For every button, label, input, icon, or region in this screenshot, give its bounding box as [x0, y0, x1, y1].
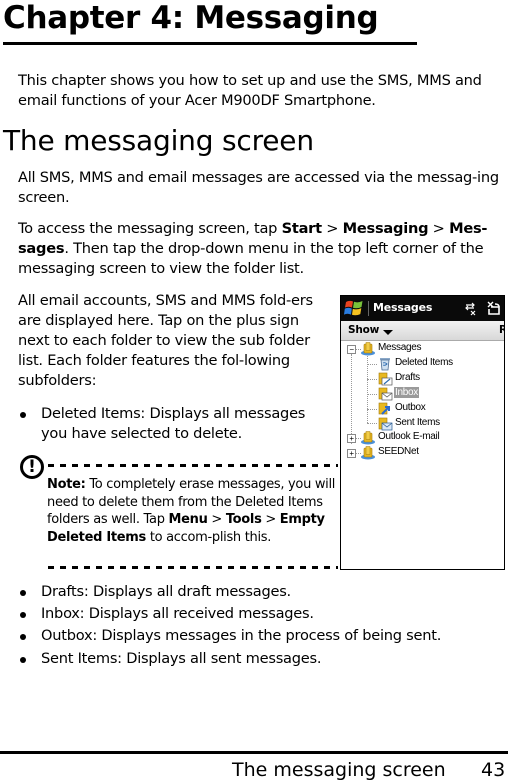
show-menu-button[interactable]: Show	[348, 324, 379, 336]
tree-item-label: Sent Items	[395, 417, 440, 428]
speaker-volume-icon[interactable]	[485, 300, 503, 316]
menu-path-menu: Menu	[168, 512, 208, 527]
messages-screenshot: Messages Show R −	[340, 295, 505, 570]
list-item: Deleted Items: Displays all messages you…	[18, 404, 328, 444]
chapter-intro: This chapter shows you how to set up and…	[18, 72, 482, 109]
truncated-toolbar-button[interactable]: R	[499, 324, 504, 336]
drafts-folder-icon	[378, 372, 393, 386]
bullet-icon	[20, 634, 26, 640]
note-label: Note:	[47, 477, 86, 492]
note-text: Note: To completely erase messages, you …	[47, 476, 337, 546]
tree-item-label: Deleted Items	[395, 357, 453, 368]
note-divider-top	[48, 464, 338, 467]
account-folder-icon	[361, 431, 375, 445]
chevron-down-icon[interactable]	[383, 330, 393, 335]
list-item: Inbox: Displays all received messages.	[18, 604, 498, 624]
outbox-folder-icon	[378, 402, 390, 415]
note-divider-bottom	[48, 566, 338, 569]
paragraph-folder-list: All email accounts, SMS and MMS fold-ers…	[18, 292, 313, 389]
tree-item-messages[interactable]: − Messages	[341, 342, 501, 357]
list-item: Sent Items: Displays all sent messages.	[18, 649, 498, 669]
text-before: To access the messaging screen, tap	[18, 220, 282, 237]
section-title: The messaging screen	[3, 124, 314, 157]
tree-item-inbox[interactable]: Inbox	[341, 387, 501, 402]
path-separator: >	[321, 220, 343, 237]
list-item: Drafts: Displays all draft messages.	[18, 582, 498, 602]
connectivity-icon[interactable]	[463, 300, 477, 316]
exclamation-glyph: !	[28, 456, 36, 477]
footer-section-title: The messaging screen	[232, 759, 446, 781]
chapter-title: Chapter 4: Messaging	[3, 0, 379, 36]
screenshot-toolbar: Show R	[341, 321, 504, 341]
list-item-text: Deleted Items: Displays all messages you…	[41, 405, 306, 442]
screenshot-app-title: Messages	[373, 301, 433, 314]
list-item-text: Inbox: Displays all received messages.	[41, 605, 314, 622]
list-item: Outbox: Displays messages in the process…	[18, 626, 461, 646]
tree-item-outbox[interactable]: Outbox	[341, 402, 501, 417]
path-separator: >	[261, 512, 280, 527]
bullet-icon	[20, 412, 26, 418]
expand-icon[interactable]: +	[347, 449, 356, 458]
tree-item-deleted-items[interactable]: Deleted Items	[341, 357, 501, 372]
exclamation-circle-icon: !	[20, 455, 44, 479]
menu-path-tools: Tools	[225, 512, 262, 527]
menu-path-start: Start	[281, 220, 323, 237]
bullet-icon	[20, 612, 26, 618]
tree-item-label: Messages	[378, 342, 422, 353]
page-number: 43	[481, 759, 506, 781]
tree-item-label: SEEDNet	[378, 446, 419, 457]
paragraph-access-steps: To access the messaging screen, tap Star…	[18, 219, 506, 279]
tree-item-outlook-email[interactable]: + Outlook E-mail	[341, 431, 501, 446]
sent-folder-icon	[378, 417, 393, 431]
chapter-title-rule	[3, 42, 417, 45]
titlebar-separator	[368, 301, 369, 316]
expand-icon[interactable]: +	[347, 434, 356, 443]
list-item-text: Sent Items: Displays all sent messages.	[41, 650, 322, 667]
path-separator: >	[207, 512, 226, 527]
text-after: . Then tap the drop-down menu in the top…	[18, 240, 484, 277]
footer-rule	[0, 751, 508, 754]
paragraph-messaging-access: All SMS, MMS and email messages are acce…	[18, 169, 499, 206]
tree-item-label: Drafts	[395, 372, 420, 383]
tree-item-sent-items[interactable]: Sent Items	[341, 417, 501, 432]
tree-item-drafts[interactable]: Drafts	[341, 372, 501, 387]
bullet-list-deleted: Deleted Items: Displays all messages you…	[18, 404, 328, 444]
bullet-icon	[20, 590, 26, 596]
account-folder-icon	[361, 342, 375, 356]
list-item-text: Outbox: Displays messages in the process…	[41, 627, 442, 644]
note-body-end: to accom-plish this.	[146, 529, 272, 545]
windows-start-icon[interactable]	[344, 299, 364, 318]
bullet-icon	[20, 657, 26, 663]
bullet-list-folders: Drafts: Displays all draft messages. Inb…	[18, 582, 498, 671]
tree-item-label: Outbox	[395, 402, 426, 413]
path-separator: >	[428, 220, 450, 237]
screenshot-titlebar: Messages	[341, 296, 504, 321]
collapse-icon[interactable]: −	[347, 345, 356, 354]
tree-item-label: Outlook E-mail	[378, 431, 440, 442]
menu-path-messaging: Messaging	[342, 220, 429, 237]
list-item-text: Drafts: Displays all draft messages.	[41, 583, 291, 600]
inbox-folder-icon	[378, 387, 393, 401]
tree-item-label-selected: Inbox	[394, 387, 419, 398]
trash-folder-icon	[380, 358, 390, 371]
tree-item-seednet[interactable]: + SEEDNet	[341, 446, 501, 461]
account-folder-icon	[361, 446, 375, 460]
